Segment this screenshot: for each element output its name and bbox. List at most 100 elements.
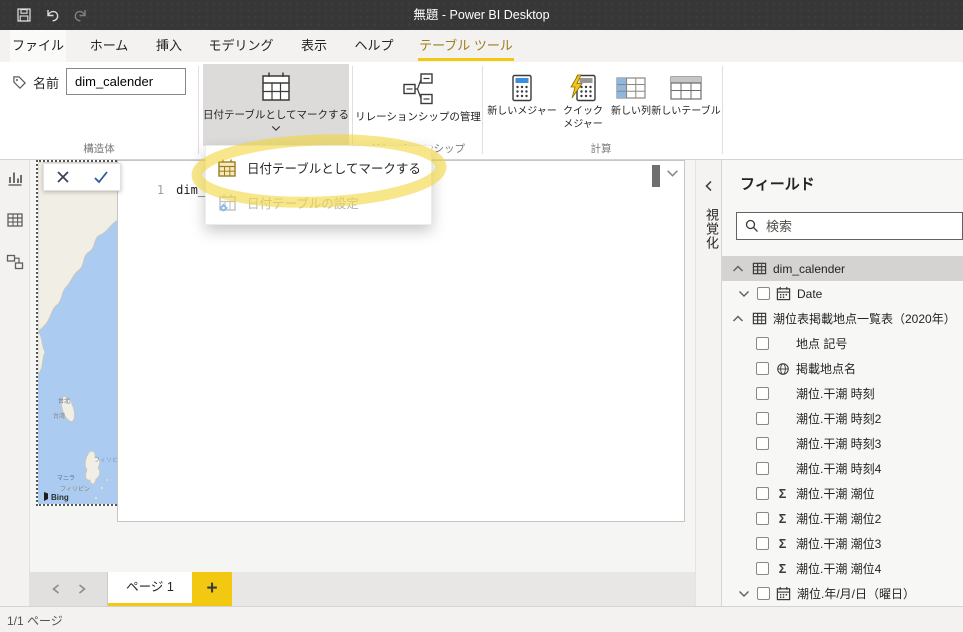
tag-icon [12, 75, 27, 90]
report-view-icon[interactable] [6, 169, 24, 187]
field-row[interactable]: 潮位.干潮 時刻2 [722, 406, 963, 431]
table-name-label: 名前 [33, 76, 60, 91]
relationships-icon [403, 73, 433, 105]
tab-help[interactable]: ヘルプ [350, 30, 398, 62]
field-checkbox[interactable] [756, 437, 769, 450]
chevron-up-icon[interactable] [732, 315, 744, 323]
chevron-down-icon[interactable] [738, 290, 750, 298]
tab-file[interactable]: ファイル [10, 30, 66, 62]
field-checkbox[interactable] [756, 537, 769, 550]
table-row-dim-calender[interactable]: dim_calender [722, 256, 963, 281]
field-row[interactable]: 潮位.干潮 時刻4 [722, 456, 963, 481]
tab-modeling[interactable]: モデリング [204, 30, 278, 62]
field-row[interactable]: Σ 潮位.干潮 潮位4 [722, 556, 963, 581]
mark-as-date-table-button[interactable]: 日付テーブルとしてマークする [203, 64, 349, 146]
field-checkbox[interactable] [757, 587, 770, 600]
editor-scrollbar[interactable] [652, 165, 660, 187]
view-switcher-sidebar [0, 160, 30, 606]
chevron-down-icon[interactable] [738, 590, 750, 598]
sigma-icon: Σ [778, 561, 787, 576]
visualizations-pane-label[interactable]: 視覚化 [702, 208, 721, 250]
data-view-icon[interactable] [6, 211, 24, 229]
field-row[interactable]: Σ 潮位.干潮 潮位 [722, 481, 963, 506]
globe-icon [775, 362, 790, 376]
formula-commit-toolbar [43, 163, 121, 191]
chevron-up-icon[interactable] [732, 265, 744, 273]
page-tab-1[interactable]: ページ 1 [108, 572, 192, 606]
status-bar: 1/1 ページ [0, 606, 963, 632]
new-measure-label: 新しいメジャー [487, 106, 557, 117]
bing-map: 台北 台湾 マニラ フィリピン フィリピン Bing [38, 162, 118, 504]
map-label: 台湾 [53, 412, 65, 420]
expand-formula-bar-icon[interactable] [666, 169, 679, 178]
field-label: 潮位.干潮 潮位4 [796, 562, 882, 576]
field-label: 潮位.干潮 潮位3 [796, 537, 882, 551]
tab-insert[interactable]: 挿入 [146, 30, 192, 62]
previous-page-icon[interactable] [51, 584, 60, 594]
ribbon-divider [352, 66, 353, 154]
field-label: 潮位.干潮 潮位 [796, 487, 875, 501]
menu-item-label: 日付テーブルとしてマークする [247, 162, 421, 176]
cancel-formula-icon[interactable] [44, 170, 82, 184]
menu-item-label: 日付テーブルの設定 [247, 197, 359, 211]
field-checkbox[interactable] [756, 387, 769, 400]
field-checkbox[interactable] [756, 487, 769, 500]
ribbon: 名前 構造体 日付テーブルとしてマークする リレーションシップの管理 リレーショ… [0, 62, 963, 160]
manage-relationships-button[interactable]: リレーションシップの管理 [355, 64, 481, 146]
field-checkbox[interactable] [757, 287, 770, 300]
field-label: 潮位.年/月/日（曜日） [797, 587, 916, 601]
field-row[interactable]: 地点 記号 [722, 331, 963, 356]
field-row[interactable]: 潮位.干潮 時刻3 [722, 431, 963, 456]
menu-item-date-table-settings: 日付テーブルの設定 [206, 185, 431, 220]
field-label: Date [797, 286, 823, 301]
ribbon-divider [722, 66, 723, 154]
quick-measure-icon [569, 71, 597, 105]
field-checkbox[interactable] [756, 337, 769, 350]
save-icon[interactable] [16, 7, 32, 23]
menu-item-mark-as-date-table[interactable]: 日付テーブルとしてマークする [206, 150, 431, 185]
tab-home[interactable]: ホーム [84, 30, 134, 62]
redo-icon [72, 7, 89, 23]
expand-pane-icon[interactable] [704, 180, 714, 192]
add-page-button[interactable]: + [192, 572, 232, 606]
date-table-gold-icon [217, 158, 237, 178]
table-label: dim_calender [773, 261, 846, 276]
table-name-input[interactable] [66, 68, 186, 95]
model-view-icon[interactable] [6, 253, 24, 271]
commit-formula-icon[interactable] [82, 170, 120, 184]
undo-icon[interactable] [44, 7, 61, 23]
field-checkbox[interactable] [756, 412, 769, 425]
next-page-icon[interactable] [78, 584, 86, 594]
new-column-button[interactable]: 新しい列 [608, 64, 654, 152]
field-label: 地点 記号 [796, 337, 848, 351]
new-measure-button[interactable]: 新しいメジャー [486, 64, 558, 152]
map-visual[interactable]: 台北 台湾 マニラ フィリピン フィリピン Bing [36, 160, 120, 506]
calculator-icon [511, 71, 533, 105]
field-row-date[interactable]: Date [722, 281, 963, 306]
field-label: 潮位.干潮 潮位2 [796, 512, 882, 526]
tab-view[interactable]: 表示 [290, 30, 338, 62]
sigma-icon: Σ [778, 536, 787, 551]
search-input[interactable] [766, 218, 962, 234]
tab-table-tools[interactable]: テーブル ツール [416, 30, 516, 62]
quick-measure-button[interactable]: クイック メジャー [560, 64, 606, 152]
field-row[interactable]: 潮位.干潮 時刻 [722, 381, 963, 406]
quick-measure-label: クイック メジャー [563, 106, 603, 130]
field-checkbox[interactable] [756, 512, 769, 525]
group-label-calculations: 計算 [590, 143, 612, 155]
field-row[interactable]: Σ 潮位.干潮 潮位2 [722, 506, 963, 531]
ribbon-divider [482, 66, 483, 154]
field-search-box[interactable] [736, 212, 963, 240]
field-row[interactable]: 掲載地点名 [722, 356, 963, 381]
calendar-icon [776, 286, 791, 301]
line-number: 1 [156, 183, 165, 197]
date-table-settings-icon [217, 193, 237, 213]
table-row-tide-locations[interactable]: 潮位表掲載地点一覧表（2020年） [722, 306, 963, 331]
field-row[interactable]: Σ 潮位.干潮 潮位3 [722, 531, 963, 556]
field-row-date-hierarchy[interactable]: 潮位.年/月/日（曜日） [722, 581, 963, 606]
field-checkbox[interactable] [756, 462, 769, 475]
new-table-button[interactable]: 新しいテーブル [651, 64, 721, 152]
field-checkbox[interactable] [756, 362, 769, 375]
sigma-icon: Σ [778, 511, 787, 526]
field-checkbox[interactable] [756, 562, 769, 575]
